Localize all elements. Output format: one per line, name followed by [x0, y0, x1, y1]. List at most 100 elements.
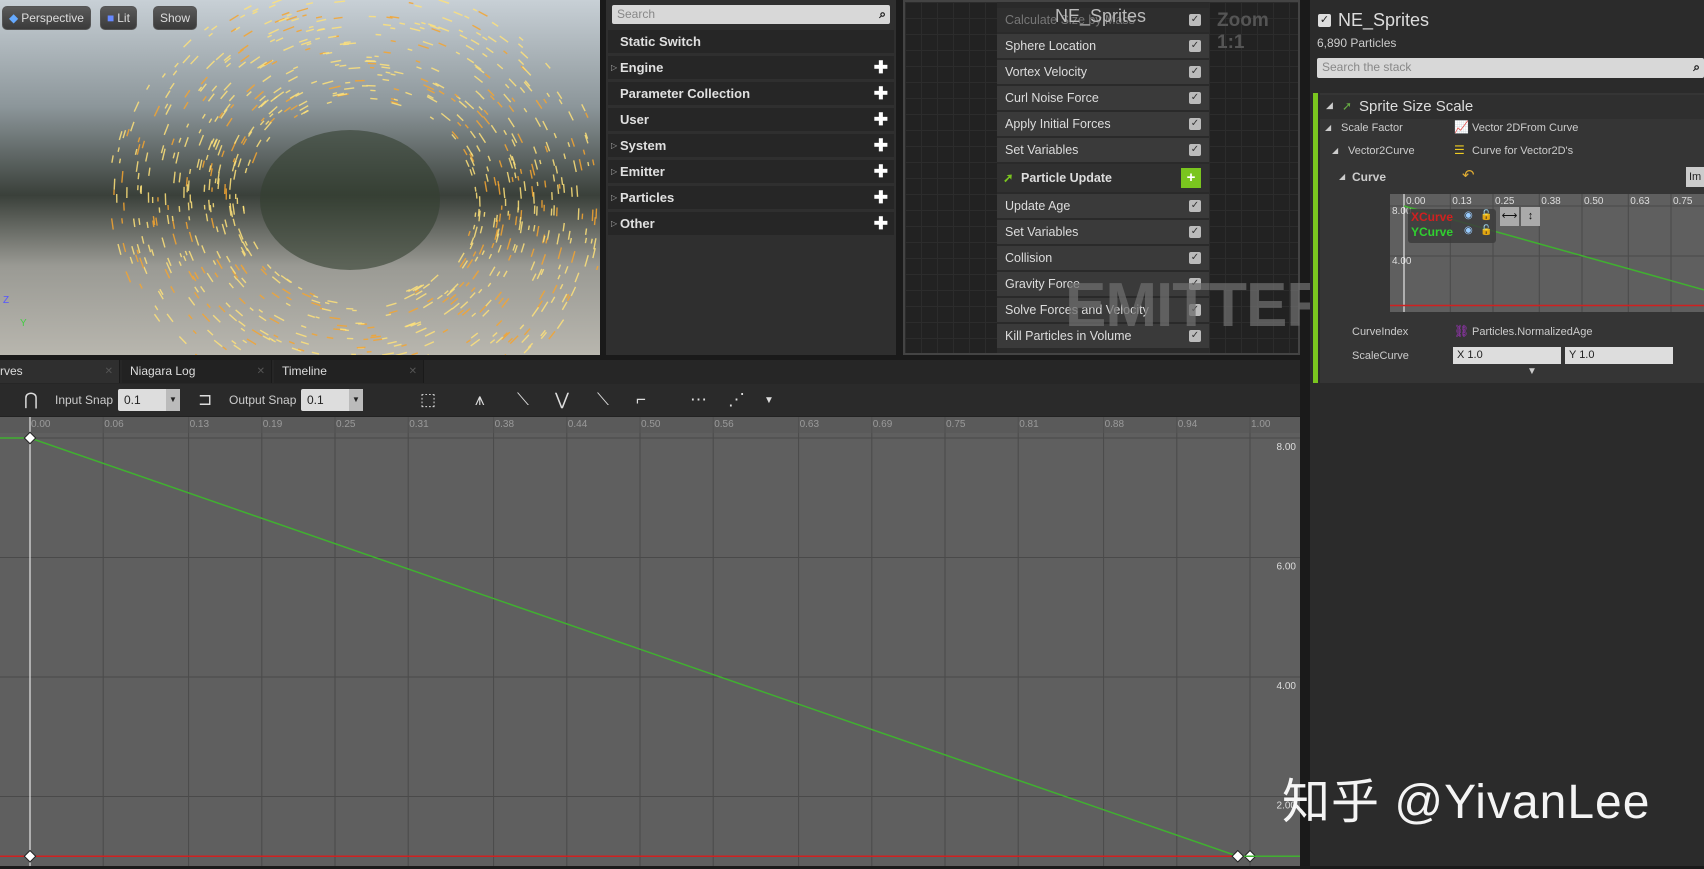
- palette-search-input[interactable]: Search⌕: [612, 5, 890, 24]
- spark: [172, 139, 174, 145]
- spark: [553, 174, 554, 181]
- stack-search-input[interactable]: Search the stack⌕: [1317, 58, 1704, 78]
- user-tangent-icon[interactable]: ⟍: [517, 390, 529, 410]
- spark: [504, 51, 508, 54]
- output-snap-dropdown[interactable]: 0.1▼: [301, 389, 363, 411]
- curveindex-value[interactable]: Particles.NormalizedAge: [1472, 326, 1592, 338]
- auto-tangent-icon[interactable]: ⩚: [475, 390, 485, 410]
- add-icon[interactable]: ✚: [874, 212, 888, 235]
- break-tangent-icon[interactable]: ⋁: [555, 390, 569, 410]
- close-icon[interactable]: ✕: [257, 360, 265, 383]
- module-row[interactable]: Set Variables✓: [997, 220, 1209, 244]
- enable-checkbox[interactable]: ✓: [1189, 144, 1201, 156]
- magnet-snap-icon[interactable]: ⋂: [24, 390, 38, 410]
- add-icon[interactable]: ✚: [874, 134, 888, 157]
- fit-horizontal-icon[interactable]: ⟷: [1500, 207, 1519, 226]
- expand-arrow-icon[interactable]: ▷: [611, 160, 617, 183]
- import-button[interactable]: Im: [1686, 167, 1704, 187]
- input-snap-dropdown[interactable]: 0.1▼: [118, 389, 180, 411]
- particle-update-header[interactable]: ➚Particle Update+: [997, 164, 1209, 192]
- output-snap-icon[interactable]: ⊐: [198, 390, 212, 410]
- module-header[interactable]: ◢ ➚ Sprite Size Scale: [1320, 95, 1704, 119]
- palette-category[interactable]: ▷Other✚: [608, 212, 894, 235]
- palette-category[interactable]: ▷System✚: [608, 134, 894, 157]
- module-row[interactable]: Curl Noise Force✓: [997, 86, 1209, 110]
- enable-checkbox[interactable]: ✓: [1189, 66, 1201, 78]
- module-row[interactable]: Vortex Velocity✓: [997, 60, 1209, 84]
- expand-arrow-icon[interactable]: ▷: [611, 56, 617, 79]
- scalecurve-x-input[interactable]: X 1.0: [1453, 347, 1561, 364]
- palette-category[interactable]: ▷Particles✚: [608, 186, 894, 209]
- enable-checkbox[interactable]: ✓: [1189, 14, 1201, 26]
- expand-more-icon[interactable]: ▼: [1527, 366, 1537, 377]
- spark: [497, 320, 502, 325]
- enable-checkbox[interactable]: ✓: [1189, 252, 1201, 264]
- curve-graph[interactable]: 0.000.060.130.190.250.310.380.440.500.56…: [0, 417, 1300, 866]
- collapse-icon[interactable]: ◢: [1326, 100, 1333, 111]
- emitter-graph[interactable]: Calculate Size by Mass✓Sphere Location✓V…: [903, 0, 1300, 355]
- palette-category[interactable]: Parameter Collection✚: [608, 82, 894, 105]
- tab-curves[interactable]: rves✕: [0, 360, 120, 383]
- close-icon[interactable]: ✕: [409, 360, 417, 383]
- add-module-button[interactable]: +: [1181, 168, 1201, 188]
- add-icon[interactable]: ✚: [874, 160, 888, 183]
- xcurve-label[interactable]: XCurve: [1411, 210, 1453, 224]
- lock-icon[interactable]: 🔓: [1480, 225, 1492, 236]
- enable-checkbox[interactable]: ✓: [1189, 118, 1201, 130]
- enable-checkbox[interactable]: ✓: [1189, 226, 1201, 238]
- expand-arrow-icon[interactable]: ▷: [611, 186, 617, 209]
- spark: [384, 52, 391, 53]
- palette-category[interactable]: User✚: [608, 108, 894, 131]
- scalecurve-y-input[interactable]: Y 1.0: [1565, 347, 1673, 364]
- emitter-enable-checkbox[interactable]: ✓: [1318, 14, 1331, 27]
- spark: [532, 164, 535, 176]
- fit-vertical-icon[interactable]: ↕: [1521, 207, 1540, 226]
- visibility-eye-icon[interactable]: ◉: [1464, 210, 1473, 221]
- perspective-button[interactable]: ◆Perspective: [2, 6, 91, 30]
- constant-interp-icon[interactable]: ⌐: [636, 390, 646, 410]
- spark: [206, 214, 207, 222]
- spark: [391, 74, 396, 75]
- scale-factor-value[interactable]: Vector 2DFrom Curve: [1472, 122, 1578, 134]
- expand-arrow-icon[interactable]: ▷: [611, 134, 617, 157]
- enable-checkbox[interactable]: ✓: [1189, 92, 1201, 104]
- spark: [272, 277, 280, 283]
- close-icon[interactable]: ✕: [105, 360, 113, 383]
- spark: [269, 5, 275, 8]
- add-icon[interactable]: ✚: [874, 186, 888, 209]
- spark: [195, 292, 199, 298]
- spark: [203, 161, 205, 168]
- module-row[interactable]: Apply Initial Forces✓: [997, 112, 1209, 136]
- lit-button[interactable]: ■Lit: [100, 6, 137, 30]
- show-button[interactable]: Show: [153, 6, 197, 30]
- visibility-eye-icon[interactable]: ◉: [1464, 225, 1473, 236]
- enable-checkbox[interactable]: ✓: [1189, 200, 1201, 212]
- tab-timeline[interactable]: Timeline✕: [274, 360, 424, 383]
- straighten-tangents-icon[interactable]: ⋰: [728, 390, 745, 410]
- linear-interp-icon[interactable]: ⟍: [597, 390, 609, 410]
- add-icon[interactable]: ✚: [874, 56, 888, 79]
- spark: [291, 18, 298, 20]
- module-row[interactable]: Set Variables✓: [997, 138, 1209, 162]
- spark: [484, 212, 485, 217]
- tab-niagara-log[interactable]: Niagara Log✕: [122, 360, 272, 383]
- spark: [291, 105, 298, 109]
- palette-category[interactable]: Static Switch: [608, 30, 894, 53]
- add-icon[interactable]: ✚: [874, 82, 888, 105]
- flatten-tangents-icon[interactable]: ⋯: [690, 390, 707, 410]
- enable-checkbox[interactable]: ✓: [1189, 40, 1201, 52]
- viewport[interactable]: ◆Perspective ■Lit Show Z Y: [0, 0, 600, 355]
- vector2curve-value[interactable]: Curve for Vector2D's: [1472, 145, 1573, 157]
- palette-category[interactable]: ▷Emitter✚: [608, 160, 894, 183]
- select-tool-icon[interactable]: ⬚: [420, 390, 436, 410]
- palette-category[interactable]: ▷Engine✚: [608, 56, 894, 79]
- module-row[interactable]: Collision✓: [997, 246, 1209, 270]
- module-row[interactable]: Update Age✓: [997, 194, 1209, 218]
- ycurve-label[interactable]: YCurve: [1411, 225, 1453, 239]
- module-row[interactable]: Sphere Location✓: [997, 34, 1209, 58]
- curve-reset-icon[interactable]: ↶: [1462, 166, 1475, 184]
- expand-arrow-icon[interactable]: ▷: [611, 212, 617, 235]
- more-options-icon[interactable]: ▼: [764, 395, 774, 406]
- lock-icon[interactable]: 🔓: [1480, 210, 1492, 221]
- add-icon[interactable]: ✚: [874, 108, 888, 131]
